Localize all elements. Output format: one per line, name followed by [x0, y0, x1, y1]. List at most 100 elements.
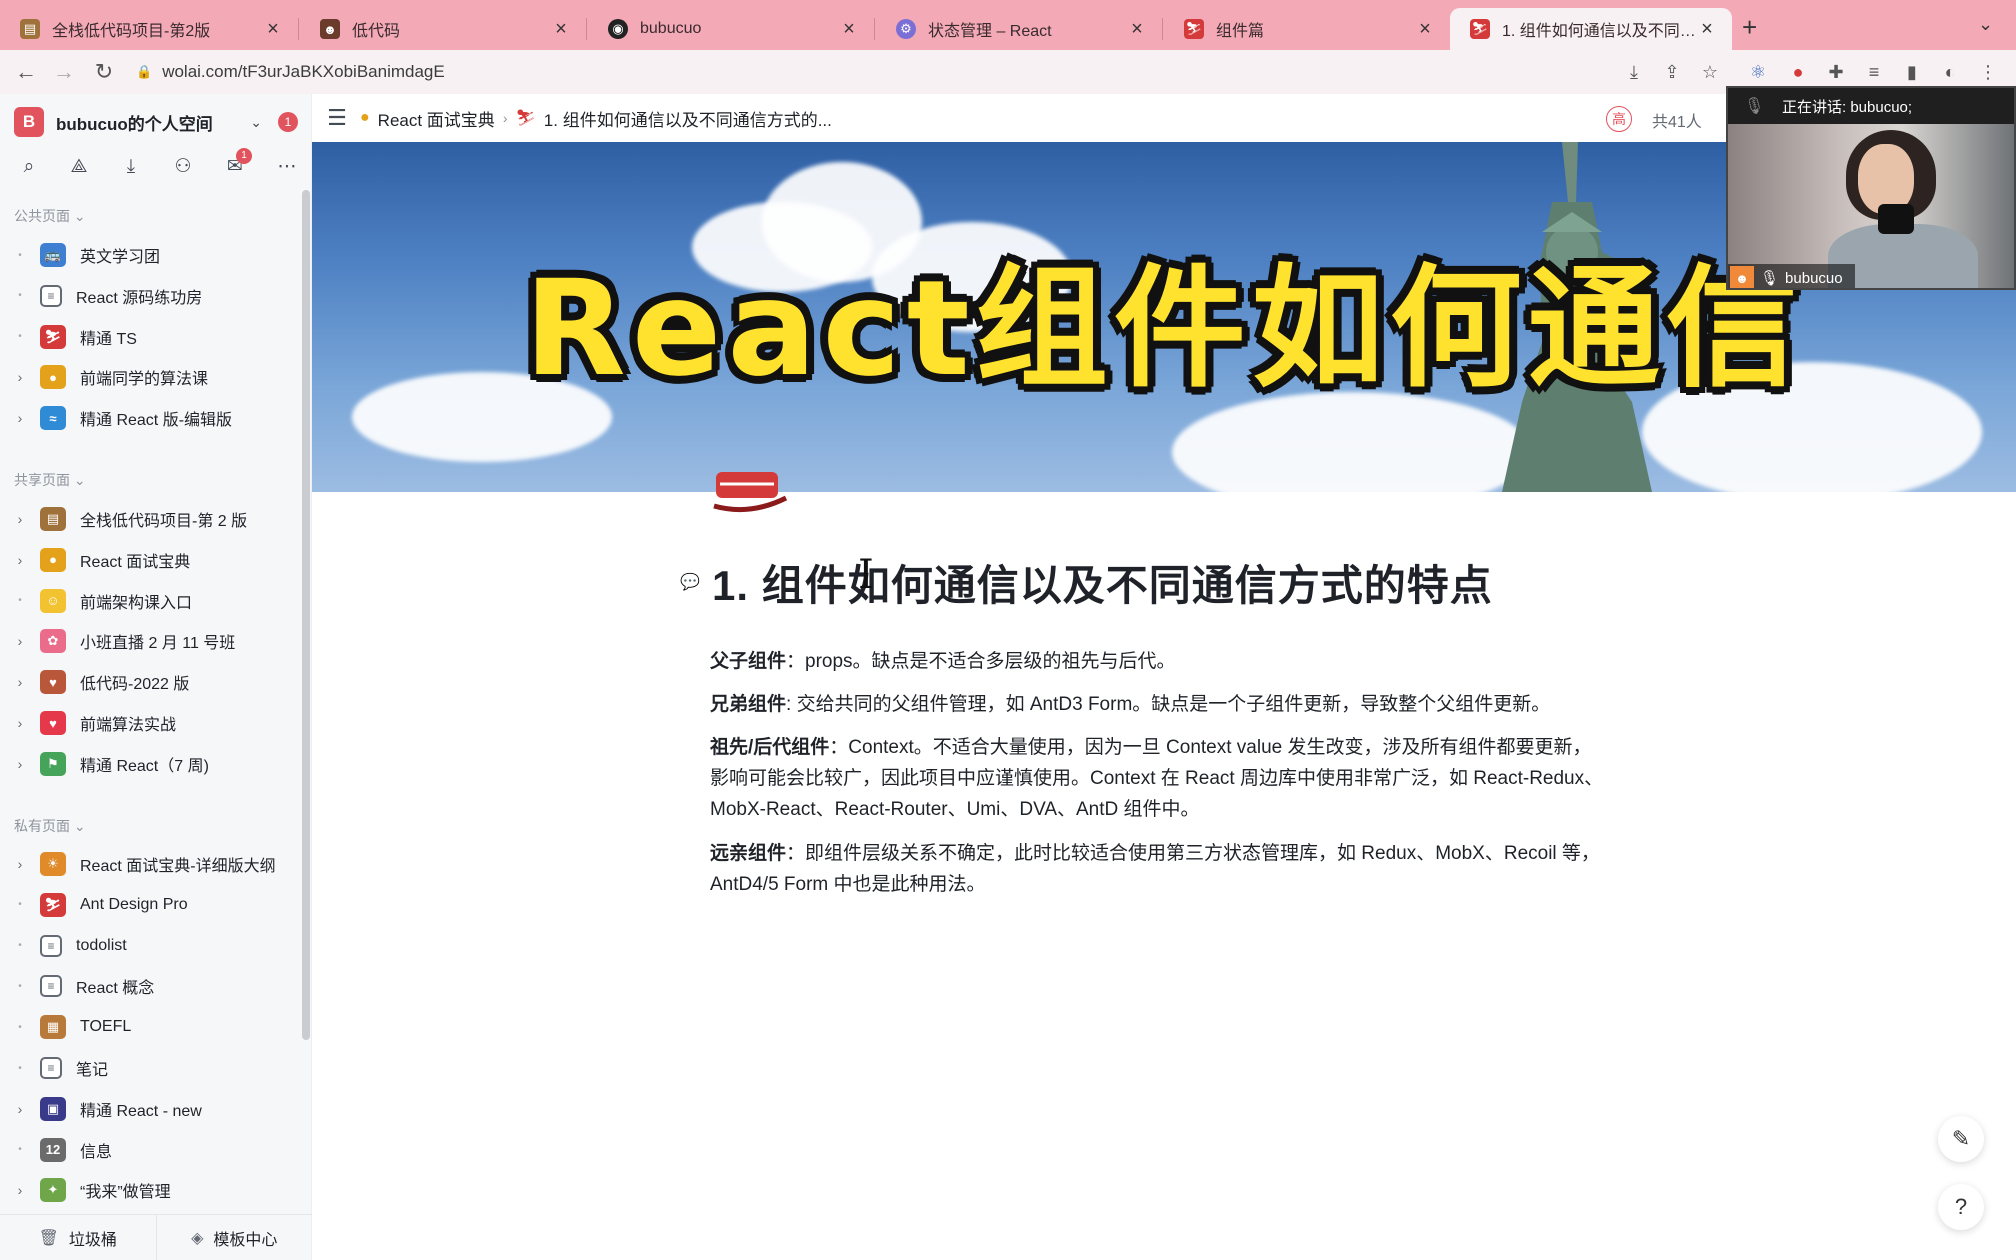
- smile-icon: ☺: [40, 588, 66, 613]
- graph-icon[interactable]: ⟁: [64, 152, 94, 182]
- close-icon[interactable]: ×: [1696, 18, 1718, 41]
- sidebar-item[interactable]: › ▤ 全栈低代码项目-第 2 版: [0, 501, 300, 537]
- react-devtools-icon[interactable]: ⚛: [1744, 58, 1772, 86]
- section-public-label[interactable]: 公共页面 ⌄: [14, 206, 86, 226]
- menu-icon[interactable]: ⋮: [1974, 58, 2002, 86]
- inbox-icon[interactable]: ✉ 1: [220, 148, 252, 182]
- reading-list-icon[interactable]: ≡: [1860, 58, 1888, 86]
- browser-tab-5[interactable]: ⛷ 组件篇 ×: [1164, 8, 1450, 50]
- sidebar-item[interactable]: • ≡ todolist: [0, 928, 300, 964]
- chevron-right-icon[interactable]: ›: [0, 633, 40, 649]
- sidebar-item[interactable]: • ☺ 前端架构课入口: [0, 583, 300, 619]
- sled-icon[interactable]: [710, 462, 790, 522]
- paragraph-siblings[interactable]: 兄弟组件: 交给共同的父组件管理，如 AntD3 Form。缺点是一个子组件更新…: [710, 689, 1610, 720]
- profile-icon[interactable]: ◐: [1936, 58, 1964, 86]
- breadcrumb-parent[interactable]: React 面试宝典: [378, 106, 495, 131]
- chevron-down-icon[interactable]: ⌄: [250, 114, 262, 131]
- paragraph-text: ：Context。不适合大量使用，因为一旦 Context value 发生改变…: [710, 737, 1604, 820]
- sidebar-item[interactable]: › ✿ 小班直播 2 月 11 号班: [0, 623, 300, 659]
- search-icon[interactable]: ⌕: [14, 152, 44, 182]
- forward-icon[interactable]: →: [48, 56, 80, 88]
- paragraph-text: ：即组件层级关系不确定，此时比较适合使用第三方状态管理库，如 Redux、Mob…: [710, 843, 1600, 895]
- chevron-right-icon[interactable]: ›: [0, 856, 40, 872]
- workspace-avatar: B: [14, 107, 44, 137]
- browser-tab-active[interactable]: ⛷ 1. 组件如何通信以及不同通信方式 ×: [1450, 8, 1732, 50]
- microphone-icon: 🎙: [1744, 98, 1765, 115]
- sidebar-item[interactable]: • ⛷ Ant Design Pro: [0, 887, 300, 923]
- bookmark-star-icon[interactable]: ☆: [1696, 58, 1724, 86]
- browser-tab-2[interactable]: ☻ 低代码 ×: [300, 8, 586, 50]
- wave-icon: ≈: [40, 406, 66, 431]
- member-count[interactable]: 共41人: [1652, 108, 1702, 132]
- chevron-right-icon[interactable]: ›: [0, 511, 40, 527]
- paragraph-parent-child[interactable]: 父子组件：props。缺点是不适合多层级的祖先与后代。: [710, 646, 1610, 677]
- bullet-icon: •: [18, 249, 22, 261]
- close-icon[interactable]: ×: [1414, 18, 1436, 41]
- trash-button[interactable]: 🗑 垃圾桶: [0, 1215, 156, 1260]
- browser-tab-4[interactable]: ⚙ 状态管理 – React ×: [876, 8, 1162, 50]
- chevron-right-icon[interactable]: ›: [0, 410, 40, 426]
- browser-tab-1[interactable]: ▤ 全栈低代码项目-第2版 ×: [0, 8, 298, 50]
- paragraph-distant[interactable]: 远亲组件：即组件层级关系不确定，此时比较适合使用第三方状态管理库，如 Redux…: [710, 838, 1610, 900]
- members-icon[interactable]: ⚇: [168, 152, 198, 182]
- extension-icon[interactable]: ●: [1784, 58, 1812, 86]
- new-tab-icon[interactable]: +: [1742, 12, 1757, 43]
- close-icon[interactable]: ×: [1126, 18, 1148, 41]
- chevron-right-icon[interactable]: ›: [0, 756, 40, 772]
- page-title[interactable]: 1. 组件如何通信以及不同通信方式的特点: [712, 552, 1493, 613]
- sidebar-item[interactable]: • ≡ React 概念: [0, 968, 300, 1004]
- sidebar-item[interactable]: › ● React 面试宝典: [0, 542, 300, 578]
- hamburger-icon[interactable]: ☰: [322, 105, 352, 131]
- more-icon[interactable]: ⋯: [272, 152, 302, 182]
- sidebar-toolbar: ⌕ ⟁ ⤓ ⚇ ✉ 1 ⋯: [14, 148, 298, 186]
- video-call-overlay[interactable]: 🎙 正在讲话: bubucuo; ☻ 🎙 bubucuo: [1726, 86, 2016, 290]
- medal-icon: ●: [360, 109, 370, 126]
- section-shared-label[interactable]: 共享页面 ⌄: [14, 470, 86, 490]
- sidebar-item[interactable]: › ♥ 前端算法实战: [0, 705, 300, 741]
- sidebar-item[interactable]: › ▣ 精通 React - new: [0, 1091, 300, 1127]
- sidebar-item[interactable]: › ♥ 低代码-2022 版: [0, 664, 300, 700]
- chevron-right-icon[interactable]: ›: [0, 369, 40, 385]
- share-icon[interactable]: ⇪: [1658, 58, 1686, 86]
- chevron-right-icon[interactable]: ›: [0, 1101, 40, 1117]
- sidebar-item[interactable]: • 12 信息: [0, 1132, 300, 1168]
- template-center-button[interactable]: ◈ 模板中心: [155, 1215, 313, 1260]
- sidebar-item[interactable]: • ≡ 笔记: [0, 1050, 300, 1086]
- chevron-right-icon[interactable]: ›: [0, 674, 40, 690]
- sidebar-item[interactable]: • 🚌 英文学习团: [0, 237, 300, 273]
- lion-icon: ☀: [40, 852, 66, 876]
- back-icon[interactable]: ←: [10, 56, 42, 88]
- chevron-right-icon[interactable]: ›: [0, 552, 40, 568]
- close-icon[interactable]: ×: [838, 18, 860, 41]
- sidebar-item[interactable]: • ⛷ 精通 TS: [0, 319, 300, 355]
- breadcrumb-current[interactable]: 1. 组件如何通信以及不同通信方式的...: [544, 106, 832, 131]
- sidebar-item[interactable]: › ⚑ 精通 React（7 周): [0, 746, 300, 782]
- comment-icon[interactable]: 💬: [680, 572, 700, 592]
- import-icon[interactable]: ⤓: [116, 152, 146, 182]
- sidebar-item-label: 前端算法实战: [80, 717, 177, 734]
- browser-tab-3[interactable]: ◉ bubucuo ×: [588, 8, 874, 50]
- chevron-right-icon[interactable]: ›: [0, 1182, 40, 1198]
- close-icon[interactable]: ×: [262, 18, 284, 41]
- reload-icon[interactable]: ↻: [88, 56, 120, 88]
- close-icon[interactable]: ×: [550, 18, 572, 41]
- feedback-button[interactable]: ✎: [1938, 1116, 1984, 1162]
- sidebar-item[interactable]: • ≡ React 源码练功房: [0, 278, 300, 314]
- sidebar-item[interactable]: › ● 前端同学的算法课: [0, 359, 300, 395]
- help-button[interactable]: ?: [1938, 1184, 1984, 1230]
- install-icon[interactable]: ⤓: [1620, 58, 1648, 86]
- section-private-label[interactable]: 私有页面 ⌄: [14, 816, 86, 836]
- address-bar[interactable]: 🔒 wolai.com/tF3urJaBKXobiBanimdagE: [136, 54, 1736, 90]
- sidebar-item[interactable]: › ✦ “我来”做管理: [0, 1172, 300, 1208]
- paragraph-ancestor[interactable]: 祖先/后代组件：Context。不适合大量使用，因为一旦 Context val…: [710, 732, 1610, 825]
- sidebar-item[interactable]: › ≈ 精通 React 版-编辑版: [0, 400, 300, 436]
- workspace-header[interactable]: B bubucuo的个人空间 ⌄ 1: [14, 106, 298, 138]
- sidebar-item[interactable]: • ▦ TOEFL: [0, 1009, 300, 1045]
- priority-badge[interactable]: 高: [1606, 106, 1632, 132]
- sidebar-item[interactable]: › ☀ React 面试宝典-详细版大纲: [0, 846, 300, 882]
- side-panel-icon[interactable]: ▮: [1898, 58, 1926, 86]
- sidebar-scrollbar[interactable]: [302, 190, 310, 1040]
- tab-search-icon[interactable]: ⌄: [1978, 14, 1993, 35]
- puzzle-icon[interactable]: ✚: [1822, 58, 1850, 86]
- chevron-right-icon[interactable]: ›: [0, 715, 40, 731]
